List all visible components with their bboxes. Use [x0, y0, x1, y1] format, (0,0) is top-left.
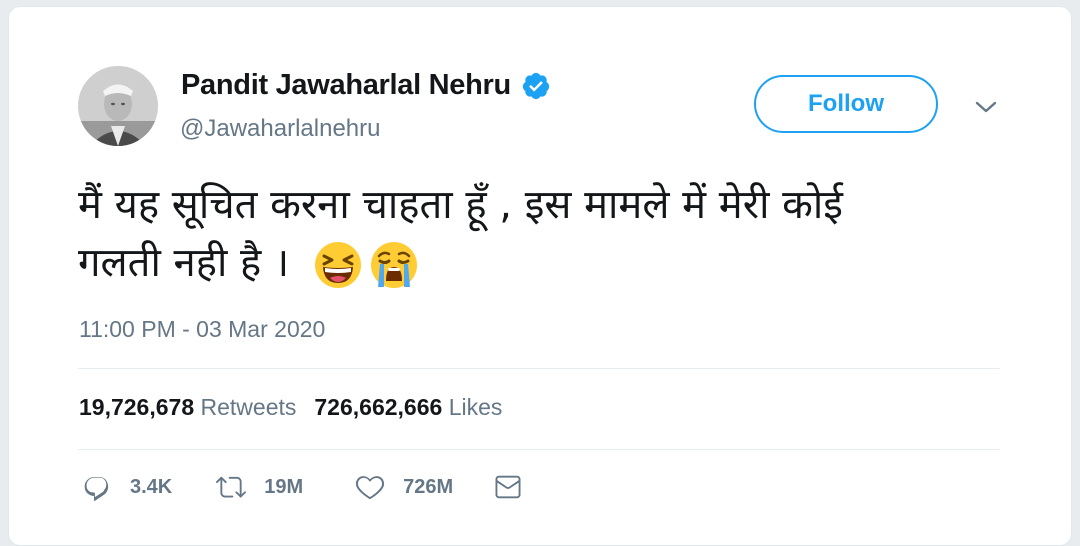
emoji-group: [312, 239, 420, 291]
divider: [78, 368, 1000, 369]
display-name-row[interactable]: Pandit Jawaharlal Nehru: [181, 69, 551, 102]
tweet-text-line-2-row: गलती नही है ।: [78, 234, 1018, 292]
tweet-actions: 3.4K 19M 726M: [82, 472, 541, 502]
tweet-text-line-2: गलती नही है ।: [78, 240, 290, 286]
divider: [78, 449, 1000, 450]
tweet-text: मैं यह सूचित करना चाहता हूँ , इस मामले म…: [78, 176, 1018, 292]
direct-message-button[interactable]: [493, 472, 541, 502]
chevron-down-icon[interactable]: [972, 96, 1000, 118]
like-count: 726M: [403, 475, 454, 498]
reply-icon: [84, 477, 109, 501]
tweet-stats: 19,726,678 Retweets 726,662,666 Likes: [79, 394, 502, 421]
retweet-icon: [216, 476, 247, 498]
laughing-emoji-icon: [314, 242, 361, 288]
retweet-button[interactable]: 19M: [216, 472, 303, 502]
likes-count: 726,662,666: [314, 394, 443, 420]
reply-button[interactable]: 3.4K: [82, 472, 172, 502]
retweet-count: 19M: [264, 475, 304, 498]
user-handle[interactable]: @Jawaharlalnehru: [180, 115, 380, 143]
retweets-label: Retweets: [200, 394, 297, 420]
like-button[interactable]: 726M: [355, 472, 453, 502]
crying-emoji-icon: [370, 242, 417, 288]
follow-button[interactable]: Follow: [754, 75, 938, 133]
tweet-text-line-1: मैं यह सूचित करना चाहता हूँ , इस मामले म…: [78, 182, 843, 228]
envelope-icon: [495, 475, 521, 499]
avatar[interactable]: [78, 66, 158, 146]
likes-label: Likes: [448, 394, 503, 420]
heart-icon: [356, 476, 385, 500]
display-name[interactable]: Pandit Jawaharlal Nehru: [181, 69, 511, 102]
tweet-timestamp[interactable]: 11:00 PM - 03 Mar 2020: [79, 316, 325, 343]
likes-stat[interactable]: 726,662,666 Likes: [314, 394, 502, 421]
retweets-stat[interactable]: 19,726,678 Retweets: [79, 394, 296, 421]
verified-badge-icon: [521, 71, 551, 101]
reply-count: 3.4K: [130, 475, 173, 498]
retweets-count: 19,726,678: [79, 394, 195, 420]
